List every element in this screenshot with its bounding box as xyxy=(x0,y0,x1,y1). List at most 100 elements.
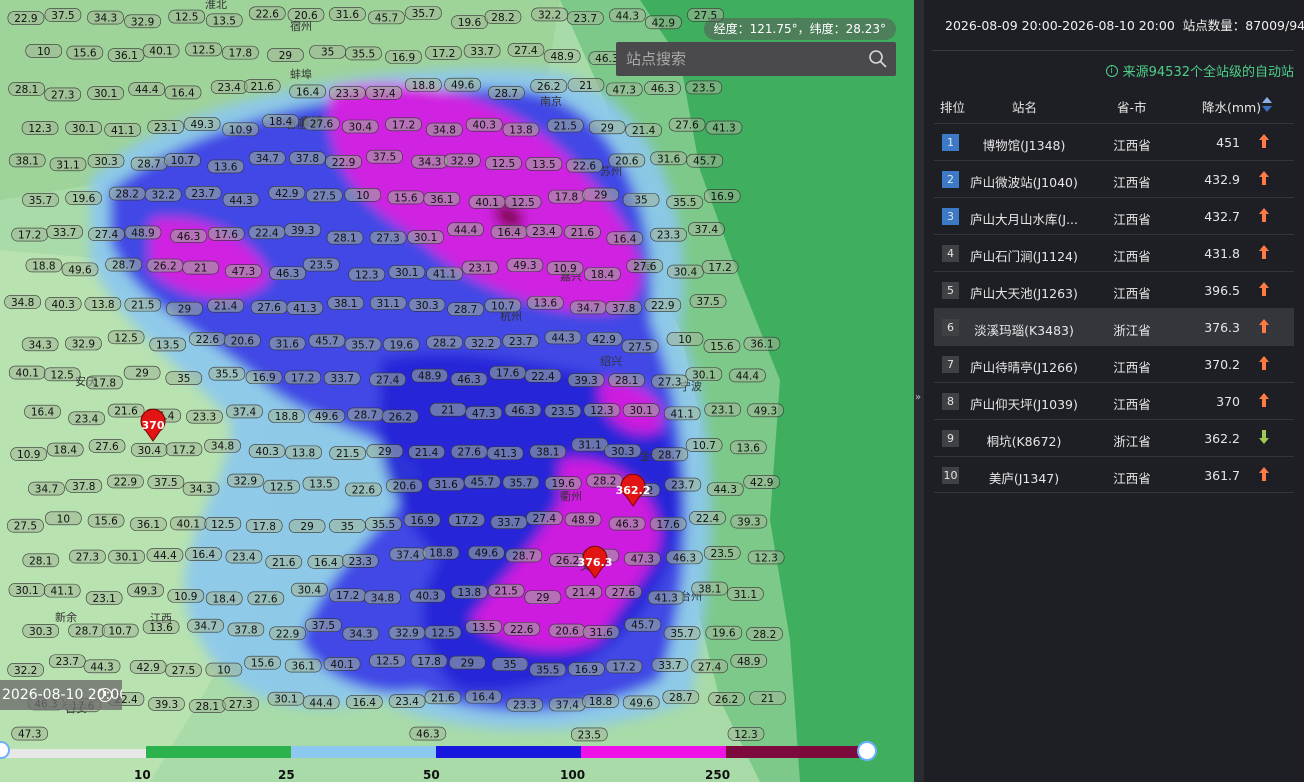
station-label[interactable]: 33.7 xyxy=(651,657,689,672)
station-label[interactable]: 23.3 xyxy=(650,227,687,242)
station-label[interactable]: 22.6 xyxy=(248,6,286,21)
station-label[interactable]: 35.7 xyxy=(405,6,442,21)
station-label[interactable]: 42.9 xyxy=(645,15,682,30)
station-label[interactable]: 35 xyxy=(329,518,366,533)
station-label[interactable]: 23.7 xyxy=(48,654,86,669)
station-label[interactable]: 40.1 xyxy=(323,657,361,671)
station-label[interactable]: 33.7 xyxy=(46,225,83,239)
station-label[interactable]: 12.5 xyxy=(504,195,542,209)
station-label[interactable]: 19.6 xyxy=(65,191,102,206)
station-label[interactable]: 37.5 xyxy=(366,149,403,164)
station-label[interactable]: 13.8 xyxy=(84,296,122,311)
station-label[interactable]: 49.6 xyxy=(468,545,505,560)
station-label[interactable]: 12.5 xyxy=(107,330,145,345)
station-label[interactable]: 22.9 xyxy=(7,11,45,26)
station-label[interactable]: 16.4 xyxy=(606,231,644,246)
station-label[interactable]: 41.3 xyxy=(286,301,324,315)
station-label[interactable]: 29 xyxy=(449,655,486,670)
station-label[interactable]: 30.3 xyxy=(87,154,125,168)
station-label[interactable]: 29 xyxy=(267,48,304,62)
station-label[interactable]: 44.3 xyxy=(83,659,121,674)
station-label[interactable]: 45.7 xyxy=(624,617,662,632)
table-row[interactable]: 2 庐山微波站(J1040) 江西省 432.9 xyxy=(934,160,1294,197)
station-label[interactable]: 10.9 xyxy=(546,261,584,276)
station-label[interactable]: 13.6 xyxy=(527,295,564,310)
station-label[interactable]: 35.5 xyxy=(345,46,382,61)
station-label[interactable]: 13.5 xyxy=(302,476,340,491)
station-label[interactable]: 37.4 xyxy=(365,86,403,100)
station-label[interactable]: 36.1 xyxy=(423,191,461,206)
station-label[interactable]: 34.8 xyxy=(426,122,463,137)
station-label[interactable]: 12.5 xyxy=(263,479,300,494)
station-label[interactable]: 37.5 xyxy=(147,475,185,490)
station-label[interactable]: 12.5 xyxy=(43,367,81,382)
station-label[interactable]: 32.2 xyxy=(464,336,502,350)
station-label[interactable]: 27.3 xyxy=(44,87,82,102)
station-label[interactable]: 40.1 xyxy=(8,365,46,380)
station-label[interactable]: 39.3 xyxy=(284,223,321,237)
station-label[interactable]: 15.6 xyxy=(87,513,125,528)
station-label[interactable]: 17.2 xyxy=(165,442,203,457)
station-label[interactable]: 35.5 xyxy=(208,366,246,381)
station-label[interactable]: 48.9 xyxy=(564,512,602,527)
station-label[interactable]: 32.2 xyxy=(144,187,182,202)
station-label[interactable]: 13.5 xyxy=(205,13,243,27)
station-label[interactable]: 18.8 xyxy=(25,258,63,273)
station-label[interactable]: 23.3 xyxy=(341,554,379,568)
station-label[interactable]: 29 xyxy=(582,187,619,202)
table-row[interactable]: 6 淡溪玛瑙(K3483) 浙江省 376.3 xyxy=(934,308,1294,345)
station-label[interactable]: 38.1 xyxy=(327,296,365,311)
station-label[interactable]: 23.3 xyxy=(328,86,366,101)
station-label[interactable]: 27.6 xyxy=(605,585,642,599)
station-label[interactable]: 16.9 xyxy=(567,662,605,676)
station-label[interactable]: 42.9 xyxy=(129,660,167,674)
station-label[interactable]: 46.3 xyxy=(409,726,447,741)
station-label[interactable]: 27.6 xyxy=(250,300,288,315)
station-label[interactable]: 23.3 xyxy=(186,409,223,424)
station-label[interactable]: 27.5 xyxy=(165,663,202,678)
station-label[interactable]: 17.8 xyxy=(410,654,448,668)
station-label[interactable]: 10 xyxy=(25,44,63,58)
station-label[interactable]: 46.3 xyxy=(644,81,681,96)
station-label[interactable]: 39.3 xyxy=(567,373,605,388)
station-label[interactable]: 47.3 xyxy=(624,551,661,566)
station-label[interactable]: 23.3 xyxy=(506,697,543,712)
station-label[interactable]: 37.5 xyxy=(305,618,342,633)
station-label[interactable]: 18.4 xyxy=(46,442,84,457)
station-label[interactable]: 49.3 xyxy=(127,583,164,598)
table-row[interactable]: 1 博物馆(J1348) 江西省 451 xyxy=(934,123,1294,160)
station-label[interactable]: 17.8 xyxy=(548,189,585,204)
station-label[interactable]: 17.8 xyxy=(222,45,259,60)
station-label[interactable]: 18.8 xyxy=(422,545,460,560)
station-label[interactable]: 28.2 xyxy=(108,186,146,201)
station-label[interactable]: 36.1 xyxy=(743,336,781,351)
station-label[interactable]: 28.7 xyxy=(662,690,700,705)
station-label[interactable]: 23.5 xyxy=(303,257,340,272)
station-label[interactable]: 35.7 xyxy=(22,193,59,207)
station-label[interactable]: 23.7 xyxy=(502,334,540,348)
station-label[interactable]: 13.6 xyxy=(729,440,767,455)
station-label[interactable]: 31.6 xyxy=(582,625,620,640)
station-label[interactable]: 16.9 xyxy=(403,513,441,527)
station-label[interactable]: 28.1 xyxy=(326,230,364,245)
station-label[interactable]: 32.2 xyxy=(7,662,44,677)
table-row[interactable]: 7 庐山待晴亭(J1266) 江西省 370.2 xyxy=(934,345,1294,382)
time-slider-end-handle[interactable] xyxy=(857,741,877,761)
station-label[interactable]: 22.9 xyxy=(644,298,682,313)
station-label[interactable]: 34.8 xyxy=(204,438,241,453)
station-label[interactable]: 23.4 xyxy=(525,224,563,238)
station-label[interactable]: 10.7 xyxy=(685,438,723,453)
station-label[interactable]: 44.3 xyxy=(222,192,260,207)
station-label[interactable]: 23.4 xyxy=(210,80,248,95)
station-label[interactable]: 44.3 xyxy=(706,482,744,497)
sort-icon[interactable] xyxy=(1262,97,1272,113)
table-row[interactable]: 4 庐山石门涧(J1124) 江西省 431.8 xyxy=(934,234,1294,271)
station-label[interactable]: 27.6 xyxy=(88,439,126,453)
station-label[interactable]: 17.6 xyxy=(649,517,687,531)
station-label[interactable]: 23.1 xyxy=(461,260,499,275)
station-label[interactable]: 27.3 xyxy=(222,697,260,711)
station-label[interactable]: 16.4 xyxy=(164,85,202,100)
station-label[interactable]: 12.3 xyxy=(747,550,785,565)
station-label[interactable]: 40.3 xyxy=(409,588,446,603)
station-label[interactable]: 49.6 xyxy=(622,695,660,710)
